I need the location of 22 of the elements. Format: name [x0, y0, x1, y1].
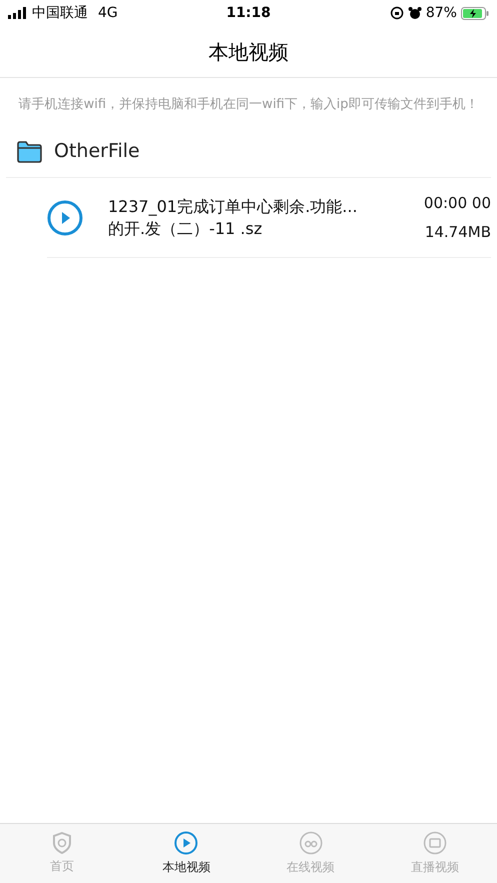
network-type: 4G	[98, 4, 118, 22]
tab-bar-item[interactable]: 首页	[0, 824, 124, 883]
tab-bar-item[interactable]: 直播视频	[372, 824, 497, 883]
tab-bar-item[interactable]: 在线视频	[248, 824, 373, 883]
file-name[interactable]: 1237_01完成订单中心剩余.功能...的开.发（二）-11 .sz	[108, 196, 368, 240]
wifi-notice: 请手机连接wifi，并保持电脑和手机在同一wifi下，输入ip即可传输文件到手机！	[18, 96, 480, 114]
folder-name: OtherFile	[54, 139, 140, 164]
page-title: 本地视频	[208, 38, 288, 66]
signal-icon	[8, 7, 28, 19]
tv-icon	[422, 831, 447, 855]
rotation-lock-icon	[390, 6, 404, 20]
battery-percent: 87%	[426, 4, 457, 22]
file-size: 14.74MB	[424, 222, 491, 242]
status-time: 11:18	[226, 4, 271, 22]
shield-icon	[52, 832, 72, 854]
folder-icon	[16, 140, 42, 162]
play-icon[interactable]	[47, 200, 83, 236]
tab-bar-item[interactable]: 本地视频	[124, 824, 248, 883]
video-duration: 00:00 00	[424, 193, 491, 214]
battery-charging-icon	[460, 6, 489, 20]
carrier-name: 中国联通	[32, 4, 88, 22]
play-icon	[174, 831, 198, 855]
